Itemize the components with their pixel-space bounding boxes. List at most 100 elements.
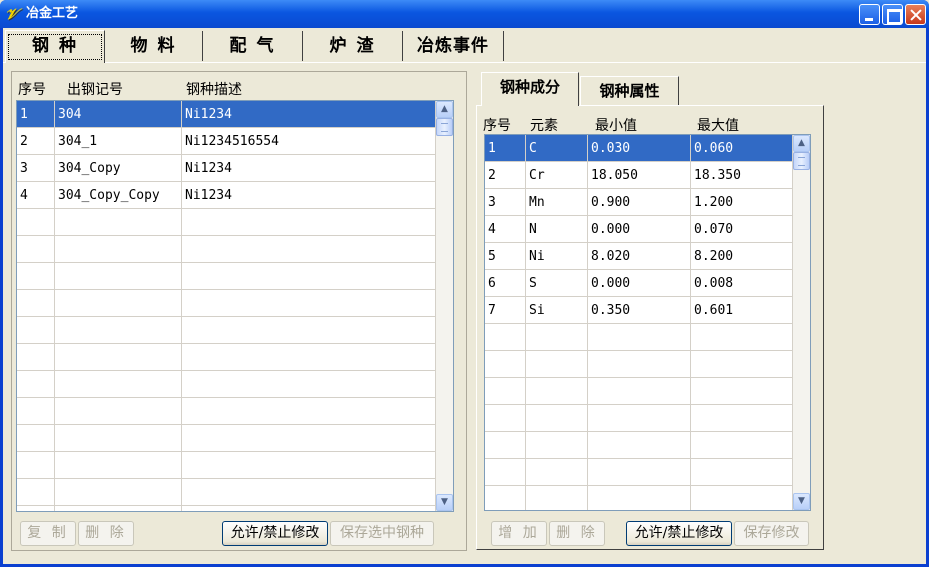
table-cell bbox=[55, 290, 182, 317]
table-cell bbox=[485, 459, 526, 486]
minimize-button[interactable] bbox=[859, 4, 880, 25]
table-cell[interactable]: 304_1 bbox=[55, 128, 182, 155]
save-composition-button[interactable]: 保存修改 bbox=[734, 521, 809, 546]
table-row bbox=[17, 452, 436, 479]
scroll-down-arrow-icon[interactable]: ▼ bbox=[793, 493, 810, 510]
maximize-button[interactable] bbox=[882, 4, 903, 25]
table-cell bbox=[691, 351, 793, 378]
table-cell bbox=[485, 324, 526, 351]
table-cell[interactable]: 3 bbox=[17, 155, 55, 182]
table-cell[interactable]: 304_Copy bbox=[55, 155, 182, 182]
title-bar[interactable]: 𝒱 冶金工艺 bbox=[0, 0, 929, 28]
table-row[interactable]: 2 Cr 18.050 18.350 bbox=[485, 162, 793, 189]
table-cell[interactable]: Ni1234 bbox=[182, 101, 436, 128]
table-cell[interactable]: 0.030 bbox=[588, 135, 691, 162]
table-cell[interactable]: 0.900 bbox=[588, 189, 691, 216]
composition-grid[interactable]: 1 C 0.030 0.060 2 Cr 18.050 18.350 3 Mn 0.900 1.200… bbox=[484, 134, 811, 511]
table-cell[interactable]: 18.050 bbox=[588, 162, 691, 189]
table-cell[interactable]: 0.008 bbox=[691, 270, 793, 297]
save-selected-steel-button[interactable]: 保存选中钢种 bbox=[330, 521, 434, 546]
tab-slag[interactable]: 炉 渣 bbox=[303, 31, 403, 61]
table-cell[interactable]: Ni1234 bbox=[182, 182, 436, 209]
table-cell[interactable]: 18.350 bbox=[691, 162, 793, 189]
table-cell[interactable]: 7 bbox=[485, 297, 526, 324]
main-window: 𝒱 冶金工艺 钢 种 物 料 配 气 炉 渣 冶炼事件 序号 出钢记号 钢种描述… bbox=[0, 0, 929, 567]
table-cell[interactable]: 1 bbox=[17, 101, 55, 128]
scroll-down-arrow-icon[interactable]: ▼ bbox=[436, 494, 453, 511]
close-button[interactable] bbox=[905, 4, 926, 25]
table-cell bbox=[17, 371, 55, 398]
tab-steel-grade[interactable]: 钢 种 bbox=[5, 30, 105, 63]
app-icon: 𝒱 bbox=[5, 5, 18, 23]
table-cell[interactable]: 0.070 bbox=[691, 216, 793, 243]
tab-materials[interactable]: 物 料 bbox=[105, 31, 203, 61]
table-cell bbox=[182, 452, 436, 479]
scroll-thumb[interactable] bbox=[436, 118, 453, 136]
table-row[interactable]: 1 C 0.030 0.060 bbox=[485, 135, 793, 162]
copy-button[interactable]: 复 制 bbox=[20, 521, 76, 546]
table-cell[interactable]: 1.200 bbox=[691, 189, 793, 216]
table-row bbox=[485, 405, 793, 432]
table-cell[interactable]: 304 bbox=[55, 101, 182, 128]
table-cell[interactable]: Ni bbox=[526, 243, 588, 270]
table-cell bbox=[55, 506, 182, 511]
table-row[interactable]: 2 304_1 Ni1234516554 bbox=[17, 128, 436, 155]
table-cell bbox=[691, 486, 793, 510]
add-element-button[interactable]: 增 加 bbox=[491, 521, 547, 546]
table-cell bbox=[182, 209, 436, 236]
table-cell[interactable]: 304_Copy_Copy bbox=[55, 182, 182, 209]
scroll-thumb[interactable] bbox=[793, 152, 810, 170]
scroll-up-arrow-icon[interactable]: ▲ bbox=[436, 101, 453, 118]
table-row[interactable]: 1 304 Ni1234 bbox=[17, 101, 436, 128]
table-row[interactable]: 6 S 0.000 0.008 bbox=[485, 270, 793, 297]
table-cell[interactable]: 0.601 bbox=[691, 297, 793, 324]
table-cell[interactable]: 4 bbox=[485, 216, 526, 243]
tab-composition[interactable]: 钢种成分 bbox=[481, 72, 579, 106]
table-row[interactable]: 4 N 0.000 0.070 bbox=[485, 216, 793, 243]
table-cell[interactable]: 1 bbox=[485, 135, 526, 162]
toggle-edit-steel-button[interactable]: 允许/禁止修改 bbox=[222, 521, 328, 546]
composition-grid-scrollbar[interactable]: ▲ ▼ bbox=[793, 135, 810, 510]
table-cell[interactable]: 0.060 bbox=[691, 135, 793, 162]
table-cell[interactable]: 2 bbox=[17, 128, 55, 155]
steel-grid-scrollbar[interactable]: ▲ ▼ bbox=[436, 101, 453, 511]
table-cell[interactable]: 0.000 bbox=[588, 216, 691, 243]
table-cell bbox=[182, 398, 436, 425]
table-cell[interactable]: Ni1234 bbox=[182, 155, 436, 182]
table-cell[interactable]: N bbox=[526, 216, 588, 243]
table-cell[interactable]: 3 bbox=[485, 189, 526, 216]
toggle-edit-composition-button[interactable]: 允许/禁止修改 bbox=[626, 521, 732, 546]
table-cell bbox=[182, 506, 436, 511]
table-cell[interactable]: 0.350 bbox=[588, 297, 691, 324]
table-cell bbox=[182, 371, 436, 398]
delete-element-button[interactable]: 删 除 bbox=[549, 521, 605, 546]
table-cell[interactable]: 8.200 bbox=[691, 243, 793, 270]
table-cell[interactable]: Cr bbox=[526, 162, 588, 189]
delete-steel-button[interactable]: 删 除 bbox=[78, 521, 134, 546]
scroll-up-arrow-icon[interactable]: ▲ bbox=[793, 135, 810, 152]
table-row[interactable]: 3 304_Copy Ni1234 bbox=[17, 155, 436, 182]
table-cell[interactable]: 5 bbox=[485, 243, 526, 270]
col-header-element: 元素 bbox=[530, 118, 558, 134]
tab-smelting-events[interactable]: 冶炼事件 bbox=[403, 31, 504, 61]
table-cell[interactable]: 8.020 bbox=[588, 243, 691, 270]
table-row bbox=[17, 479, 436, 506]
steel-grade-grid[interactable]: 1 304 Ni1234 2 304_1 Ni1234516554 3 304_Copy Ni1… bbox=[16, 100, 454, 512]
col-header-no: 序号 bbox=[483, 118, 511, 134]
tab-gas-mix[interactable]: 配 气 bbox=[203, 31, 303, 61]
table-row[interactable]: 5 Ni 8.020 8.200 bbox=[485, 243, 793, 270]
table-cell[interactable]: 4 bbox=[17, 182, 55, 209]
table-row[interactable]: 4 304_Copy_Copy Ni1234 bbox=[17, 182, 436, 209]
table-row[interactable]: 3 Mn 0.900 1.200 bbox=[485, 189, 793, 216]
table-cell[interactable]: C bbox=[526, 135, 588, 162]
table-row[interactable]: 7 Si 0.350 0.601 bbox=[485, 297, 793, 324]
table-cell[interactable]: Si bbox=[526, 297, 588, 324]
table-cell[interactable]: 0.000 bbox=[588, 270, 691, 297]
table-cell[interactable]: S bbox=[526, 270, 588, 297]
table-cell[interactable]: Ni1234516554 bbox=[182, 128, 436, 155]
table-cell[interactable]: 6 bbox=[485, 270, 526, 297]
table-cell[interactable]: 2 bbox=[485, 162, 526, 189]
col-header-max: 最大值 bbox=[697, 118, 739, 134]
table-cell[interactable]: Mn bbox=[526, 189, 588, 216]
tab-properties[interactable]: 钢种属性 bbox=[580, 76, 679, 106]
